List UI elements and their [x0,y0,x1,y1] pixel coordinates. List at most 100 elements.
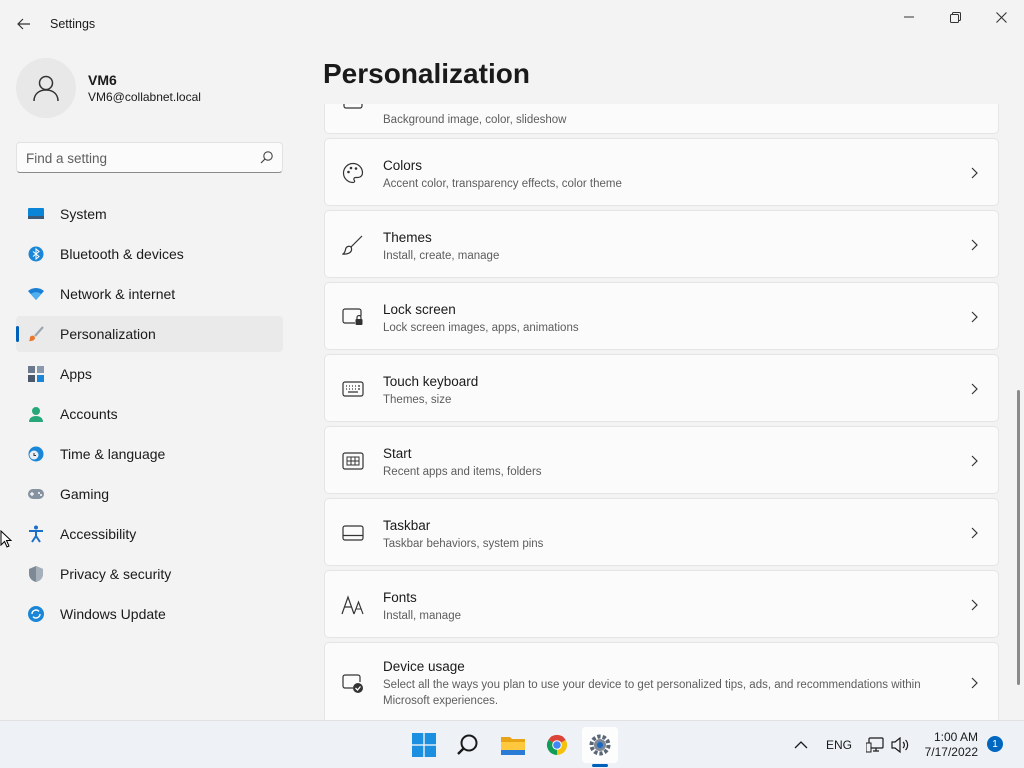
card-subtitle: Accent color, transparency effects, colo… [383,178,622,190]
show-hidden-icons-button[interactable] [794,721,808,768]
lock-screen-icon [341,305,365,329]
chevron-right-icon [968,599,980,611]
chrome-icon [546,734,568,756]
file-explorer-icon [501,737,525,755]
sidebar-item-label: Accounts [60,406,118,422]
card-title: Lock screen [383,302,456,317]
sidebar-item-label: Network & internet [60,286,176,302]
clock-time: 1:00 AM [933,730,978,744]
card-subtitle: Themes, size [383,394,452,406]
colors-card[interactable]: Colors Accent color, transparency effect… [324,138,999,206]
sidebar-item-label: Personalization [60,326,156,342]
sidebar-item-network[interactable]: Network & internet [16,276,283,312]
sidebar-item-gaming[interactable]: Gaming [16,476,283,512]
shield-icon [28,566,44,582]
chevron-right-icon [968,383,980,395]
sidebar-item-label: Accessibility [60,526,137,542]
mouse-cursor-icon [0,529,13,553]
card-title: Colors [383,158,423,173]
start-icon [341,449,365,473]
taskbar-card[interactable]: Taskbar Taskbar behaviors, system pins [324,498,999,566]
brush-icon [341,233,365,257]
user-profile[interactable]: VM6 VM6@collabnet.local [16,58,201,118]
chevron-up-icon [794,741,808,749]
card-subtitle: Install, manage [383,610,461,622]
background-icon [341,104,365,113]
title-bar: Settings [0,0,1024,48]
chevron-right-icon [968,527,980,539]
chevron-right-icon [968,239,980,251]
card-subtitle: Taskbar behaviors, system pins [383,538,544,550]
taskbar: ENG 1:00 AM 7/17/2022 [0,720,1024,768]
settings-taskbar-button[interactable] [582,727,618,763]
network-status-icon[interactable] [866,721,884,768]
close-icon [995,11,1007,23]
keyboard-icon [341,377,365,401]
profile-email: VM6@collabnet.local [88,90,201,104]
minimize-button[interactable] [886,2,932,32]
card-subtitle: Recent apps and items, folders [383,466,542,478]
volume-icon[interactable] [891,721,909,768]
sidebar-nav: System Bluetooth & devices Network & int… [16,196,283,636]
chevron-right-icon [968,311,980,323]
taskbar-icon [341,521,365,545]
notification-badge[interactable]: 1 [987,736,1003,752]
sidebar-item-accessibility[interactable]: Accessibility [16,516,283,552]
profile-name: VM6 [88,72,117,88]
chevron-right-icon [968,455,980,467]
themes-card[interactable]: Themes Install, create, manage [324,210,999,278]
card-title: Taskbar [383,518,431,533]
restore-icon [949,11,961,23]
search-box[interactable] [16,142,283,173]
apps-icon [28,366,44,382]
sidebar-item-time-language[interactable]: Time & language [16,436,283,472]
clock[interactable]: 1:00 AM 7/17/2022 [912,730,978,760]
chevron-right-icon [968,677,980,689]
back-button[interactable] [10,10,38,38]
sidebar-item-label: Apps [60,366,92,382]
sidebar-item-bluetooth[interactable]: Bluetooth & devices [16,236,283,272]
card-subtitle: Lock screen images, apps, animations [383,322,579,334]
background-card[interactable]: Background image, color, slideshow [324,104,999,134]
active-app-indicator [592,764,608,767]
search-icon [457,734,478,755]
start-card[interactable]: Start Recent apps and items, folders [324,426,999,494]
sidebar-item-system[interactable]: System [16,196,283,232]
sidebar-item-windows-update[interactable]: Windows Update [16,596,283,632]
file-explorer-button[interactable] [495,727,531,763]
sidebar-item-apps[interactable]: Apps [16,356,283,392]
card-title: Start [383,446,412,461]
language-indicator[interactable]: ENG [826,721,852,768]
page-title: Personalization [323,58,530,89]
chrome-button[interactable] [539,727,575,763]
settings-icon [589,734,611,756]
search-input[interactable] [26,149,246,167]
fonts-card[interactable]: Fonts Install, manage [324,570,999,638]
taskbar-search-button[interactable] [450,727,486,763]
lock-screen-card[interactable]: Lock screen Lock screen images, apps, an… [324,282,999,350]
sidebar-item-personalization[interactable]: Personalization [16,316,283,352]
sidebar-item-label: Windows Update [60,606,166,622]
card-title: Themes [383,230,432,245]
scrollbar[interactable] [1017,390,1020,685]
search-icon[interactable] [260,150,274,169]
bluetooth-icon [28,246,44,262]
brush-icon [28,326,44,342]
device-usage-card[interactable]: Device usage Select all the ways you pla… [324,642,999,720]
card-subtitle: Background image, color, slideshow [383,114,567,126]
restore-button[interactable] [932,2,978,32]
sidebar-item-privacy[interactable]: Privacy & security [16,556,283,592]
sidebar-item-label: System [60,206,107,222]
device-usage-icon [341,672,365,696]
touch-keyboard-card[interactable]: Touch keyboard Themes, size [324,354,999,422]
wifi-icon [28,286,44,302]
start-button[interactable] [406,727,442,763]
settings-list: Background image, color, slideshow Color… [324,104,1000,720]
close-button[interactable] [978,2,1024,32]
sidebar-item-accounts[interactable]: Accounts [16,396,283,432]
card-subtitle: Select all the ways you plan to use your… [383,679,921,707]
minimize-icon [904,16,914,18]
selection-indicator [16,326,19,342]
avatar [16,58,76,118]
card-subtitle: Install, create, manage [383,250,500,262]
